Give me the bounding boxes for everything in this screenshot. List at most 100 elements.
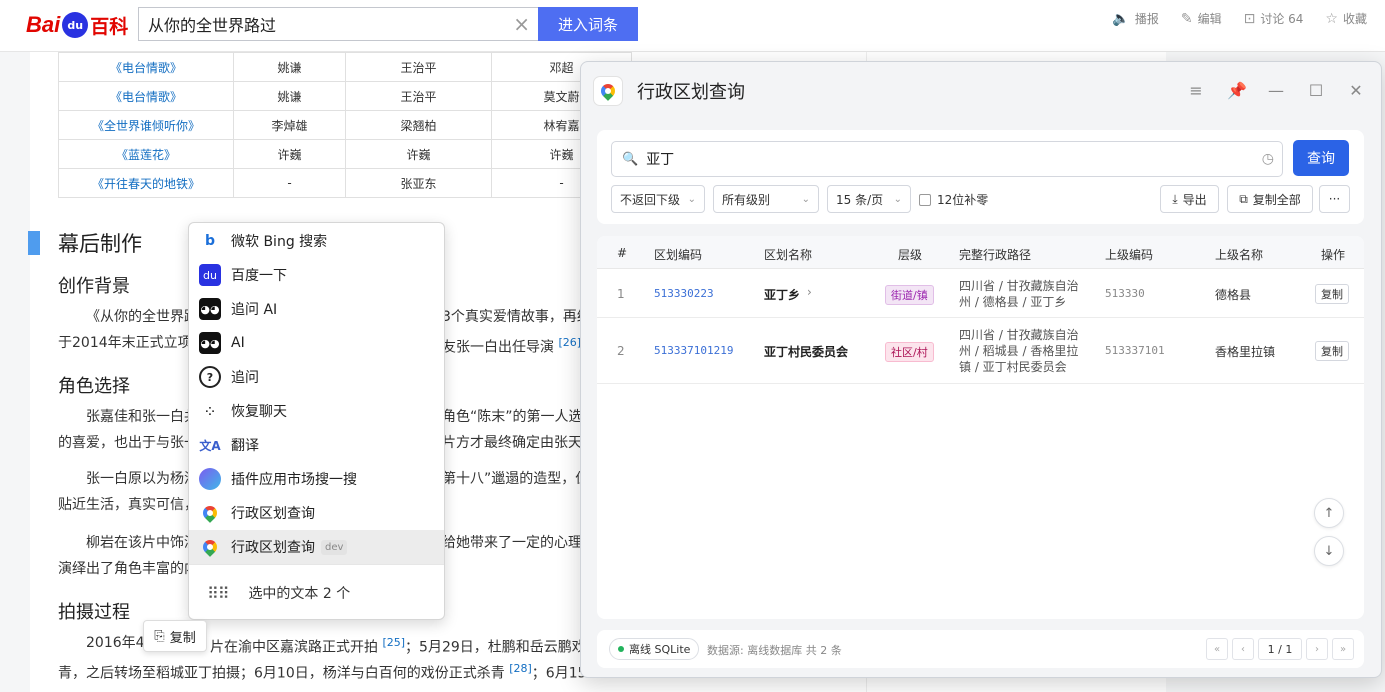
broadcast-button[interactable]: 🔈 播报 xyxy=(1112,10,1158,27)
region-code[interactable]: 513330223 xyxy=(654,287,714,300)
enter-entry-button[interactable]: 进入词条 xyxy=(538,7,638,41)
film-link[interactable]: 《蓝莲花》 xyxy=(58,139,234,169)
menu-footer-selection[interactable]: ⠿⠿ 选中的文本 2 个 xyxy=(189,565,444,621)
children-select[interactable]: 不返回下级 ⌄ xyxy=(611,185,705,213)
download-icon: ⤓ xyxy=(1172,191,1178,206)
text: 友张一白出任导演 xyxy=(442,339,554,356)
more-button[interactable]: ··· xyxy=(1319,185,1350,213)
maximize-icon[interactable]: ☐ xyxy=(1307,81,1325,100)
scroll-top-button[interactable]: ↑ xyxy=(1314,498,1344,528)
select-value: 15 条/页 xyxy=(836,192,884,207)
reference-link[interactable]: [28] xyxy=(509,662,532,675)
table-row: 《蓝莲花》 许巍 许巍 许巍 xyxy=(58,139,632,169)
film-link[interactable]: 《开往春天的地铁》 xyxy=(58,168,234,198)
broadcast-label: 播报 xyxy=(1134,12,1159,26)
selection-context-menu: b 微软 Bing 搜索 du 百度一下 ◕◕ 追问 AI ◕◕ AI ? 追问 ⁘ 恢复聊… xyxy=(188,222,445,620)
region-code[interactable]: 513337101219 xyxy=(654,344,733,357)
parent-code: 513337101 xyxy=(1105,344,1165,357)
header-actions: 🔈 播报 ✎ 编辑 ⊡ 讨论 64 ☆ 收藏 xyxy=(1112,10,1367,27)
prev-page-button[interactable]: ‹ xyxy=(1232,638,1254,660)
level-select[interactable]: 所有级别 ⌄ xyxy=(713,185,819,213)
menu-item-translate[interactable]: 文A 翻译 xyxy=(189,428,444,462)
copy-all-label: 复制全部 xyxy=(1252,192,1301,207)
pad-zero-checkbox[interactable]: 12位补零 xyxy=(919,191,988,208)
reference-link[interactable]: [25] xyxy=(382,636,405,649)
window-title: 行政区划查询 xyxy=(637,82,745,103)
menu-item-followup[interactable]: ? 追问 xyxy=(189,360,444,394)
baike-search-box: × xyxy=(138,7,538,41)
history-icon[interactable]: ◷ xyxy=(1262,151,1274,167)
page-size-select[interactable]: 15 条/页 ⌄ xyxy=(827,185,911,213)
menu-item-label: 追问 xyxy=(231,370,259,386)
query-button[interactable]: 查询 xyxy=(1293,140,1349,176)
menu-item-restore-chat[interactable]: ⁘ 恢复聊天 xyxy=(189,394,444,428)
close-icon[interactable]: ✕ xyxy=(1347,81,1365,100)
chevron-down-icon: ⌄ xyxy=(687,193,696,205)
film-link[interactable]: 《全世界谁倾听你》 xyxy=(58,110,234,140)
menu-item-label: 百度一下 xyxy=(231,268,287,284)
last-page-button[interactable]: » xyxy=(1332,638,1354,660)
menu-icon[interactable]: ≡ xyxy=(1187,81,1205,100)
status-bar: 离线 SQLite 数据源: 离线数据库 共 2 条 « ‹ 1 / 1 › » xyxy=(597,630,1364,668)
menu-item-region-query[interactable]: 行政区划查询 xyxy=(189,496,444,530)
baike-header: Bai du 百科 × 进入词条 🔈 播报 ✎ 编辑 ⊡ 讨论 64 ☆ 收藏 xyxy=(0,0,1385,52)
edit-button[interactable]: ✎ 编辑 xyxy=(1181,10,1222,27)
arrow-up-icon: ↑ xyxy=(1323,505,1335,521)
discuss-button[interactable]: ⊡ 讨论 64 xyxy=(1244,10,1304,27)
table-row[interactable]: 2 513337101219 亚丁村民委员会 社区/村 四川省 / 甘孜藏族自治… xyxy=(597,318,1364,384)
section-title: 幕后制作 xyxy=(28,228,142,258)
ai-robot-icon: ◕◕ xyxy=(199,298,221,320)
copy-icon: ⧉ xyxy=(1239,191,1248,206)
region-path: 四川省 / 甘孜藏族自治州 / 稻城县 / 香格里拉镇 / 亚丁村民委员会 xyxy=(959,328,1079,374)
chevron-down-icon: ⌄ xyxy=(893,193,902,205)
column-header: 操作 xyxy=(1321,248,1346,262)
map-pin-icon xyxy=(199,536,221,558)
grid-dots-icon: ⠿⠿ xyxy=(207,583,229,603)
region-name[interactable]: 亚丁乡 xyxy=(764,286,800,303)
baidu-paw-icon: du xyxy=(62,12,89,38)
favorite-button[interactable]: ☆ 收藏 xyxy=(1325,10,1367,27)
table-cell: 许巍 xyxy=(233,139,346,169)
copy-label: 复制 xyxy=(169,630,196,646)
table-row[interactable]: 1 513330223 亚丁乡 › 街道/镇 四川省 / 甘孜藏族自治州 / 德… xyxy=(597,269,1364,318)
copy-row-button[interactable]: 复制 xyxy=(1315,341,1349,361)
query-input[interactable] xyxy=(646,151,1247,167)
soundtrack-table: 《电台情歌》 姚谦 王治平 邓超 《电台情歌》 姚谦 王治平 莫文蔚 《全世界谁… xyxy=(58,52,632,198)
minimize-icon[interactable]: — xyxy=(1267,81,1285,100)
menu-item-bing-search[interactable]: b 微软 Bing 搜索 xyxy=(189,224,444,258)
copy-row-button[interactable]: 复制 xyxy=(1315,284,1349,304)
parent-code: 513330 xyxy=(1105,287,1145,300)
app-logo-icon xyxy=(593,76,623,106)
column-header: 完整行政路径 xyxy=(959,248,1032,262)
menu-item-baidu[interactable]: du 百度一下 xyxy=(189,258,444,292)
copy-popup-button[interactable]: ⎘ 复制 xyxy=(143,620,207,652)
next-page-button[interactable]: › xyxy=(1306,638,1328,660)
text: 片在渝中区嘉滨路正式开拍 xyxy=(210,639,378,656)
menu-item-ask-ai[interactable]: ◕◕ 追问 AI xyxy=(189,292,444,326)
table-cell: - xyxy=(233,168,346,198)
window-titlebar[interactable]: 行政区划查询 ≡ 📌 — ☐ ✕ xyxy=(581,62,1381,120)
copy-all-button[interactable]: ⧉ 复制全部 xyxy=(1227,185,1313,213)
clear-icon[interactable]: × xyxy=(513,12,530,36)
baike-search-input[interactable] xyxy=(139,8,499,40)
pin-icon[interactable]: 📌 xyxy=(1227,81,1247,100)
film-link[interactable]: 《电台情歌》 xyxy=(58,52,234,82)
baidu-baike-logo[interactable]: Bai du 百科 xyxy=(26,8,128,42)
menu-item-label: 翻译 xyxy=(231,438,259,454)
level-tag: 社区/村 xyxy=(885,342,934,362)
region-name[interactable]: 亚丁村民委员会 xyxy=(764,343,848,360)
reference-link[interactable]: [26] xyxy=(558,336,581,349)
first-page-button[interactable]: « xyxy=(1206,638,1228,660)
scroll-bottom-button[interactable]: ↓ xyxy=(1314,536,1344,566)
page-indicator: 1 / 1 xyxy=(1258,638,1302,660)
menu-item-region-query-dev[interactable]: 行政区划查询 dev xyxy=(189,530,444,564)
menu-item-plugin-market[interactable]: 插件应用市场搜一搜 xyxy=(189,462,444,496)
query-card: 🔍 ◷ 查询 不返回下级 ⌄ 所有级别 ⌄ 15 条/页 ⌄ 12位补零 ⤓ 导出 ⧉ 复… xyxy=(597,130,1364,224)
chevron-right-icon[interactable]: › xyxy=(807,285,812,299)
menu-item-ai[interactable]: ◕◕ AI xyxy=(189,326,444,360)
table-row: 《开往春天的地铁》 - 张亚东 - xyxy=(58,168,632,198)
export-button[interactable]: ⤓ 导出 xyxy=(1160,185,1219,213)
film-link[interactable]: 《电台情歌》 xyxy=(58,81,234,111)
speaker-icon: 🔈 xyxy=(1112,10,1130,27)
more-icon: ··· xyxy=(1328,192,1341,206)
